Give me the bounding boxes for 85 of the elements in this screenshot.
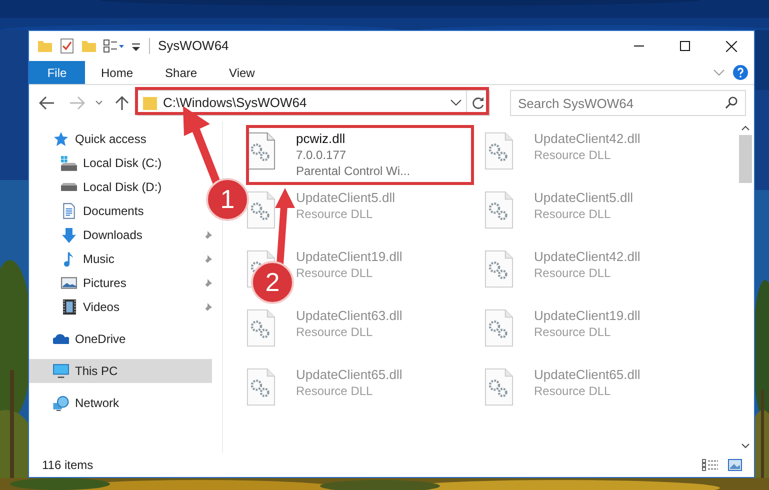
drive-icon — [61, 183, 77, 191]
file-detail: Resource DLL — [534, 324, 612, 340]
file-detail: Resource DLL — [534, 265, 612, 281]
gear-file-icon — [247, 308, 275, 348]
file-detail: Parental Control Wi... — [296, 163, 410, 179]
file-item[interactable]: pcwiz.dll 7.0.0.177 Parental Control Wi... — [296, 131, 410, 179]
file-name: UpdateClient19.dll — [534, 308, 640, 324]
search-field[interactable]: Search SysWOW64 — [510, 90, 746, 116]
monitor-icon — [53, 364, 69, 378]
nav-item[interactable]: OneDrive — [29, 327, 132, 351]
network-icon — [53, 396, 69, 410]
file-name: UpdateClient5.dll — [534, 190, 634, 206]
back-arrow-icon[interactable] — [39, 96, 55, 110]
minimize-icon — [634, 45, 644, 47]
file-name: UpdateClient19.dll — [296, 249, 402, 265]
pin-icon[interactable] — [203, 302, 212, 312]
music-note-icon — [64, 252, 74, 266]
nav-item[interactable]: Music — [29, 247, 120, 271]
dropdown-icon[interactable] — [450, 99, 462, 107]
gear-file-icon — [247, 367, 275, 407]
cloud-icon — [53, 334, 69, 344]
maximize-icon — [680, 41, 690, 51]
chevron-down-icon[interactable] — [713, 68, 725, 76]
file-name: UpdateClient63.dll — [296, 308, 402, 324]
gear-file-icon — [247, 190, 275, 230]
gear-file-icon — [485, 367, 513, 407]
ribbon-tab[interactable]: File — [29, 61, 85, 84]
scrollbar-thumb[interactable] — [739, 135, 752, 183]
document-icon — [63, 203, 75, 219]
scroll-up-icon[interactable] — [741, 125, 750, 131]
view-options-icon[interactable] — [103, 38, 125, 54]
window-title: SysWOW64 — [158, 37, 229, 56]
close-icon — [726, 40, 736, 52]
file-detail: Resource DLL — [296, 383, 374, 399]
picture-icon — [61, 277, 77, 289]
nav-item[interactable]: Network — [29, 391, 126, 415]
search-icon — [725, 96, 738, 109]
file-name: UpdateClient65.dll — [296, 367, 402, 383]
scroll-down-icon[interactable] — [741, 443, 750, 449]
nav-item[interactable]: Downloads — [29, 223, 148, 247]
file-detail: Resource DLL — [296, 265, 374, 281]
star-icon — [53, 131, 69, 147]
item-count: 116 items — [42, 457, 94, 474]
refresh-icon[interactable] — [471, 96, 485, 110]
ribbon-tab[interactable]: Share — [149, 61, 214, 84]
address-path: C:\Windows\SysWOW64 — [163, 94, 307, 112]
film-icon — [62, 299, 76, 315]
address-field[interactable]: C:\Windows\SysWOW64 — [137, 90, 490, 116]
nav-item[interactable]: Documents — [29, 199, 150, 223]
details-view-icon[interactable] — [702, 459, 718, 471]
gear-file-icon — [247, 131, 275, 171]
file-detail: Resource DLL — [296, 206, 374, 222]
nav-item[interactable]: Local Disk (C:) — [29, 151, 168, 175]
file-detail: Resource DLL — [534, 383, 612, 399]
file-name: UpdateClient42.dll — [534, 131, 640, 147]
ribbon-tab[interactable]: View — [213, 61, 271, 84]
recent-locations-icon[interactable] — [95, 100, 103, 106]
properties-icon[interactable] — [59, 38, 75, 54]
file-name: UpdateClient42.dll — [534, 249, 640, 265]
file-detail: Resource DLL — [296, 324, 374, 340]
large-icons-view-icon[interactable] — [728, 459, 742, 471]
nav-item[interactable]: Pictures — [29, 271, 132, 295]
gear-file-icon — [485, 249, 513, 289]
file-name: UpdateClient5.dll — [296, 190, 396, 206]
file-name: pcwiz.dll — [296, 131, 346, 147]
pin-icon[interactable] — [203, 230, 212, 240]
file-detail: Resource DLL — [534, 147, 612, 163]
pin-icon[interactable] — [203, 254, 212, 264]
ribbon-tab[interactable]: Home — [85, 61, 150, 84]
nav-item[interactable]: Local Disk (D:) — [29, 175, 168, 199]
file-detail: Resource DLL — [534, 206, 612, 222]
nav-item[interactable]: Videos — [29, 295, 126, 319]
pin-icon[interactable] — [203, 278, 212, 288]
nav-item[interactable]: This PC — [29, 359, 212, 383]
file-name: UpdateClient65.dll — [534, 367, 640, 383]
help-icon[interactable] — [733, 65, 748, 80]
up-arrow-icon[interactable] — [115, 95, 129, 111]
download-arrow-icon — [62, 228, 76, 242]
folder-icon — [142, 95, 158, 111]
file-detail: 7.0.0.177 — [296, 147, 348, 163]
gear-file-icon — [485, 131, 513, 171]
gear-file-icon — [485, 190, 513, 230]
drive-icon — [61, 156, 77, 170]
gear-file-icon — [485, 308, 513, 348]
nav-item[interactable]: Quick access — [29, 127, 152, 151]
